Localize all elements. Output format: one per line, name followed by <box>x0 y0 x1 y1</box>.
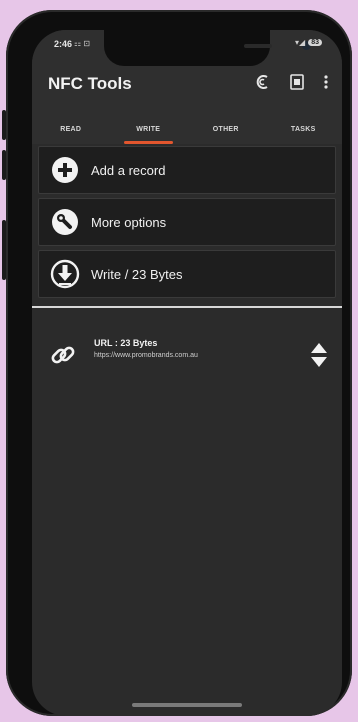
status-time: 2:46 <box>54 39 73 49</box>
section-divider <box>32 306 342 308</box>
more-options-button[interactable]: More options <box>38 198 336 246</box>
notch <box>104 30 311 66</box>
add-circle-icon <box>49 154 81 186</box>
tab-tasks[interactable]: TASKS <box>265 118 343 144</box>
tab-bar: READ WRITE OTHER TASKS <box>32 118 342 144</box>
tab-read[interactable]: READ <box>32 118 110 144</box>
tag-icon[interactable] <box>290 74 304 94</box>
home-indicator[interactable] <box>132 703 242 707</box>
volume-up-button <box>2 110 6 140</box>
write-label: Write / 23 Bytes <box>91 266 183 282</box>
tab-write[interactable]: WRITE <box>110 118 188 144</box>
app-bar: 2:46 ⚏ ⊡ ▾◢ 83 NFC Tools READ WRITE OTHE… <box>32 30 342 144</box>
app-title: NFC Tools <box>48 74 132 93</box>
screen: 2:46 ⚏ ⊡ ▾◢ 83 NFC Tools READ WRITE OTHE… <box>32 30 342 716</box>
status-notification-icons: ⚏ ⊡ <box>74 39 91 48</box>
volume-down-button <box>2 150 6 180</box>
speaker <box>244 44 272 48</box>
add-record-label: Add a record <box>91 162 166 178</box>
record-item-url[interactable]: URL : 23 Bytes https://www.promobrands.c… <box>32 326 342 384</box>
battery-icon: 83 <box>308 39 322 46</box>
action-list: Add a record More options Write / 23 Byt… <box>32 146 342 308</box>
app-actions <box>256 74 328 94</box>
tab-other[interactable]: OTHER <box>187 118 265 144</box>
power-button <box>2 220 6 280</box>
more-vert-icon[interactable] <box>324 74 328 94</box>
settings-wrench-icon <box>49 206 81 238</box>
phone-frame: 2:46 ⚏ ⊡ ▾◢ 83 NFC Tools READ WRITE OTHE… <box>2 10 352 716</box>
add-record-button[interactable]: Add a record <box>38 146 336 194</box>
status-right: ▾◢ 83 <box>295 38 322 47</box>
record-url: https://www.promobrands.com.au <box>94 352 198 359</box>
record-title: URL : 23 Bytes <box>94 338 158 348</box>
write-download-icon <box>49 258 81 290</box>
signal-icons: ▾◢ <box>295 38 306 47</box>
more-options-label: More options <box>91 214 167 230</box>
link-icon <box>48 340 78 370</box>
reorder-handle-icon[interactable] <box>310 342 328 368</box>
nfc-reader-icon[interactable] <box>256 74 270 94</box>
write-button[interactable]: Write / 23 Bytes <box>38 250 336 298</box>
